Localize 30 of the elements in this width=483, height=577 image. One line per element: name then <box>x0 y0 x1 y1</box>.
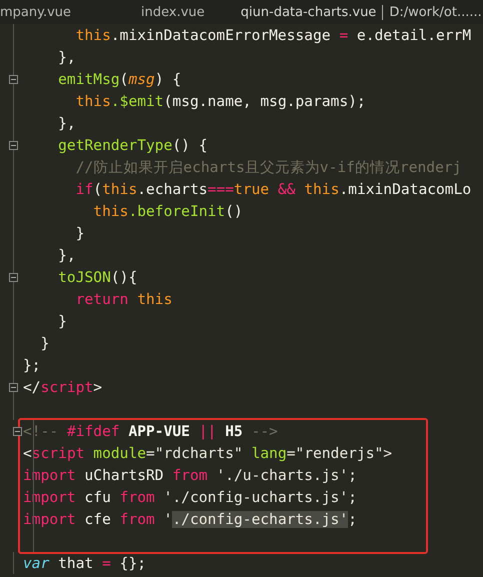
fold-icon[interactable] <box>9 382 18 392</box>
code-line: this.beforeInit() <box>92 202 243 220</box>
code-line: import uChartsRD from './u-charts.js'; <box>23 466 357 484</box>
file-tab[interactable]: index.vue <box>141 0 241 24</box>
code-line: } <box>40 334 50 352</box>
fold-icon[interactable] <box>13 426 22 436</box>
file-tab[interactable]: qiun-data-charts.vue D:/work/ot...... <box>240 0 483 24</box>
code-line: //防止如果开启echarts且父元素为v-if的情况renderj <box>74 158 462 176</box>
code-line: } <box>57 312 67 330</box>
fold-icon[interactable] <box>9 272 18 282</box>
code-line: var that = {}; <box>23 554 146 572</box>
code-line: getRenderType() { <box>57 136 208 154</box>
code-line: <!-- #ifdef APP-VUE || H5 --> <box>23 422 278 440</box>
fold-icon[interactable] <box>9 74 18 84</box>
code-line: }, <box>57 114 76 132</box>
code-line: }, <box>57 48 76 66</box>
code-line: } <box>74 224 85 242</box>
fold-icon[interactable] <box>9 140 18 150</box>
code-line: }; <box>23 356 41 374</box>
code-line: }, <box>57 246 76 264</box>
code-line: this.mixinDatacomErrorMessage = e.detail.errM <box>74 26 472 44</box>
code-line: toJSON(){ <box>57 268 138 286</box>
code-line: this.$emit(msg.name, msg.params); <box>74 92 366 110</box>
code-line: emitMsg(msg) { <box>57 70 182 88</box>
file-tab[interactable]: mpany.vue <box>0 0 142 24</box>
code-line: import cfu from './config-ucharts.js'; <box>23 488 357 506</box>
code-line: <script module="rdcharts" lang="renderjs"> <box>23 444 392 462</box>
code-line: if(this.echarts===true && this.mixinDatacomLo <box>74 180 472 198</box>
code-line: </script> <box>23 378 102 396</box>
code-line: return this <box>74 290 172 308</box>
